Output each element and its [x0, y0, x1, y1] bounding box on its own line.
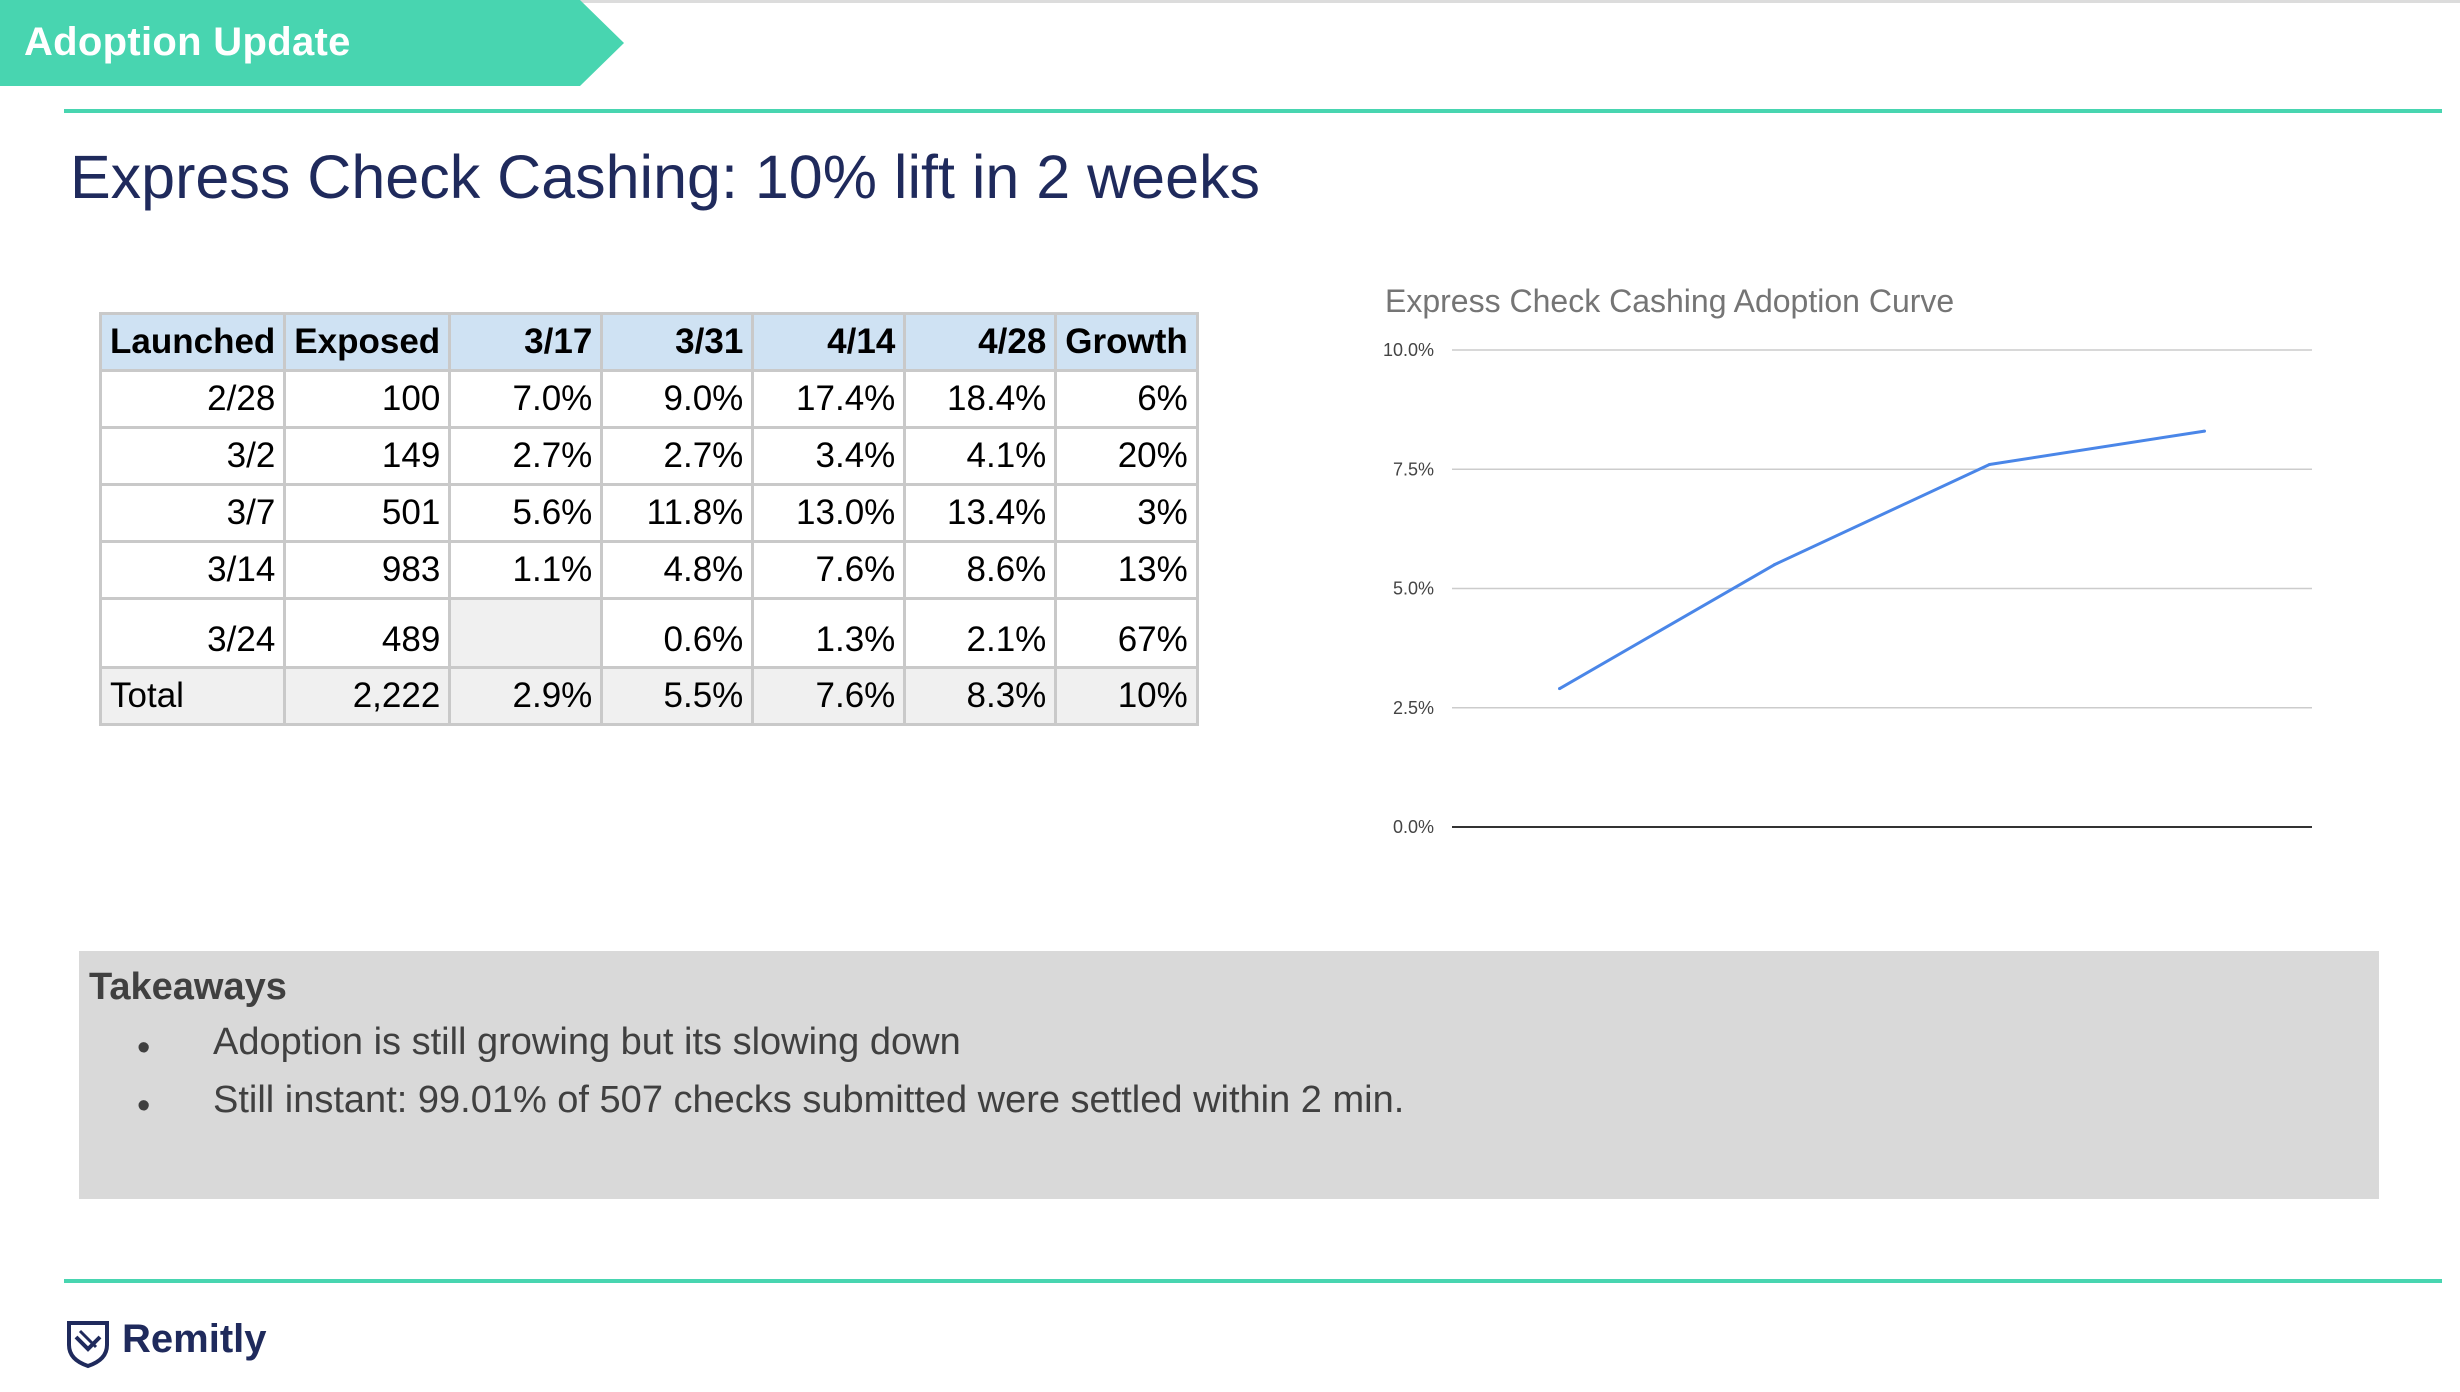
table-cell: 9.0%	[600, 369, 755, 429]
table-cell: 149	[283, 426, 452, 486]
remitly-shield-icon	[67, 1321, 109, 1369]
table-cell: 3/7	[98, 483, 287, 543]
column-header: Exposed	[283, 312, 452, 372]
table-cell: 18.4%	[903, 369, 1058, 429]
table-cell: 1.1%	[448, 540, 604, 600]
table-cell: 2.9%	[448, 666, 604, 726]
table-cell: 8.3%	[903, 666, 1058, 726]
table-cell: 3/24	[98, 597, 287, 669]
column-header: Growth	[1054, 312, 1199, 372]
table-cell: 4.8%	[600, 540, 755, 600]
table-cell: 983	[283, 540, 452, 600]
table-row: 3/7 501 5.6% 11.8% 13.0% 13.4% 3%	[98, 483, 1199, 543]
table-cell: 7.6%	[751, 666, 907, 726]
y-tick-label: 5.0%	[1393, 579, 1434, 599]
table-cell: 4.1%	[903, 426, 1058, 486]
table-cell: 5.6%	[448, 483, 604, 543]
y-tick-label: 2.5%	[1393, 698, 1434, 718]
table-cell: 489	[283, 597, 452, 669]
column-header: 4/14	[751, 312, 907, 372]
table-cell: 13.4%	[903, 483, 1058, 543]
y-tick-label: 7.5%	[1393, 459, 1434, 479]
column-header: 4/28	[903, 312, 1058, 372]
table-cell: 501	[283, 483, 452, 543]
table-cell: 2.1%	[903, 597, 1058, 669]
table-cell: 1.3%	[751, 597, 907, 669]
table-cell: 7.6%	[751, 540, 907, 600]
table-cell: 13%	[1054, 540, 1199, 600]
table-cell: 100	[283, 369, 452, 429]
table-cell: 6%	[1054, 369, 1199, 429]
column-header: 3/17	[448, 312, 604, 372]
footer-divider	[64, 1279, 2442, 1283]
table-cell: 2.7%	[448, 426, 604, 486]
table-cell: 0.6%	[600, 597, 755, 669]
takeaways-box: Takeaways • Adoption is still growing bu…	[79, 951, 2379, 1199]
table-cell-empty	[448, 597, 604, 669]
table-cell: 2,222	[283, 666, 452, 726]
takeaways-heading: Takeaways	[89, 966, 287, 1008]
logo-text: Remitly	[122, 1317, 267, 1361]
adoption-table: Launched Exposed 3/17 3/31 4/14 4/28 Gro…	[98, 312, 1199, 726]
chart-svg: Express Check Cashing Adoption Curve 0.0%…	[1383, 283, 2312, 837]
takeaway-item: Adoption is still growing but its slowin…	[213, 1021, 961, 1063]
header-tab-label: Adoption Update	[24, 20, 351, 64]
slide-title: Express Check Cashing: 10% lift in 2 wee…	[70, 143, 1261, 211]
table-row: 3/24 489 0.6% 1.3% 2.1% 67%	[98, 597, 1199, 669]
data-point	[1773, 563, 1776, 567]
table-row: 3/2 149 2.7% 2.7% 3.4% 4.1% 20%	[98, 426, 1199, 486]
table-cell: 3/2	[98, 426, 287, 486]
column-header: 3/31	[600, 312, 755, 372]
table-cell: 11.8%	[600, 483, 755, 543]
table-cell: 8.6%	[903, 540, 1058, 600]
adoption-curve-chart: Express Check Cashing Adoption Curve 0.0%…	[1370, 270, 2340, 870]
total-label: Total	[98, 666, 287, 726]
table-cell: 3%	[1054, 483, 1199, 543]
table-cell: 10%	[1054, 666, 1199, 726]
data-point	[2203, 429, 2206, 433]
table-row: 2/28 100 7.0% 9.0% 17.4% 18.4% 6%	[98, 369, 1199, 429]
table-cell: 13.0%	[751, 483, 907, 543]
header-divider	[64, 109, 2442, 113]
table-cell: 17.4%	[751, 369, 907, 429]
table-cell: 2.7%	[600, 426, 755, 486]
data-point	[1988, 462, 1991, 466]
table-row: 3/14 983 1.1% 4.8% 7.6% 8.6% 13%	[98, 540, 1199, 600]
table-cell: 2/28	[98, 369, 287, 429]
data-point	[1558, 687, 1561, 691]
takeaway-item: Still instant: 99.01% of 507 checks subm…	[213, 1079, 1405, 1121]
table-cell: 67%	[1054, 597, 1199, 669]
table-cell: 5.5%	[600, 666, 755, 726]
bullet-icon: •	[137, 1085, 151, 1127]
y-tick-label: 10.0%	[1383, 340, 1434, 360]
table-cell: 3/14	[98, 540, 287, 600]
table-cell: 20%	[1054, 426, 1199, 486]
table-total-row: Total 2,222 2.9% 5.5% 7.6% 8.3% 10%	[98, 666, 1199, 726]
column-header: Launched	[98, 312, 287, 372]
y-tick-label: 0.0%	[1393, 817, 1434, 837]
table-cell: 3.4%	[751, 426, 907, 486]
table-header-row: Launched Exposed 3/17 3/31 4/14 4/28 Gro…	[98, 312, 1199, 372]
table-cell: 7.0%	[448, 369, 604, 429]
section-header-tab: Adoption Update	[0, 0, 624, 86]
chart-title: Express Check Cashing Adoption Curve	[1385, 283, 1954, 319]
bullet-icon: •	[137, 1027, 151, 1069]
